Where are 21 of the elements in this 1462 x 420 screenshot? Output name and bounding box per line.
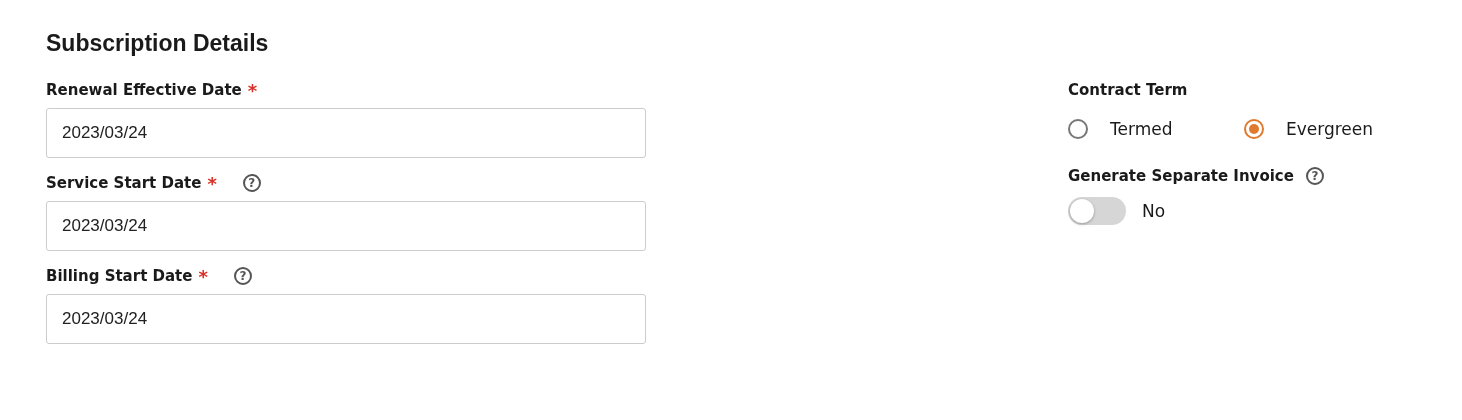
field-label: Service Start Date [46, 174, 202, 192]
section-title: Subscription Details [46, 30, 270, 57]
radio-button[interactable] [1244, 119, 1264, 139]
field-label: Contract Term [1068, 81, 1188, 99]
toggle-switch[interactable] [1068, 197, 1126, 225]
required-mark: * [207, 172, 217, 194]
help-icon[interactable]: ? [233, 267, 252, 285]
radio-label: Termed [1110, 119, 1173, 139]
radio-label: Evergreen [1286, 119, 1374, 139]
help-icon[interactable]: ? [1305, 167, 1324, 185]
field-label: Renewal Effective Date [46, 81, 242, 99]
help-icon[interactable]: ? [242, 174, 261, 192]
toggle-label: No [1142, 201, 1166, 221]
field-label: Billing Start Date [46, 267, 193, 285]
field-label: Generate Separate Invoice [1068, 167, 1294, 185]
date-field[interactable]: 2023/03/24 [46, 201, 646, 251]
date-field[interactable]: 2023/03/24 [46, 108, 646, 158]
radio-button[interactable] [1068, 119, 1088, 139]
date-field[interactable]: 2023/03/24 [46, 294, 646, 344]
required-mark: * [247, 79, 258, 101]
required-mark: * [198, 265, 208, 287]
